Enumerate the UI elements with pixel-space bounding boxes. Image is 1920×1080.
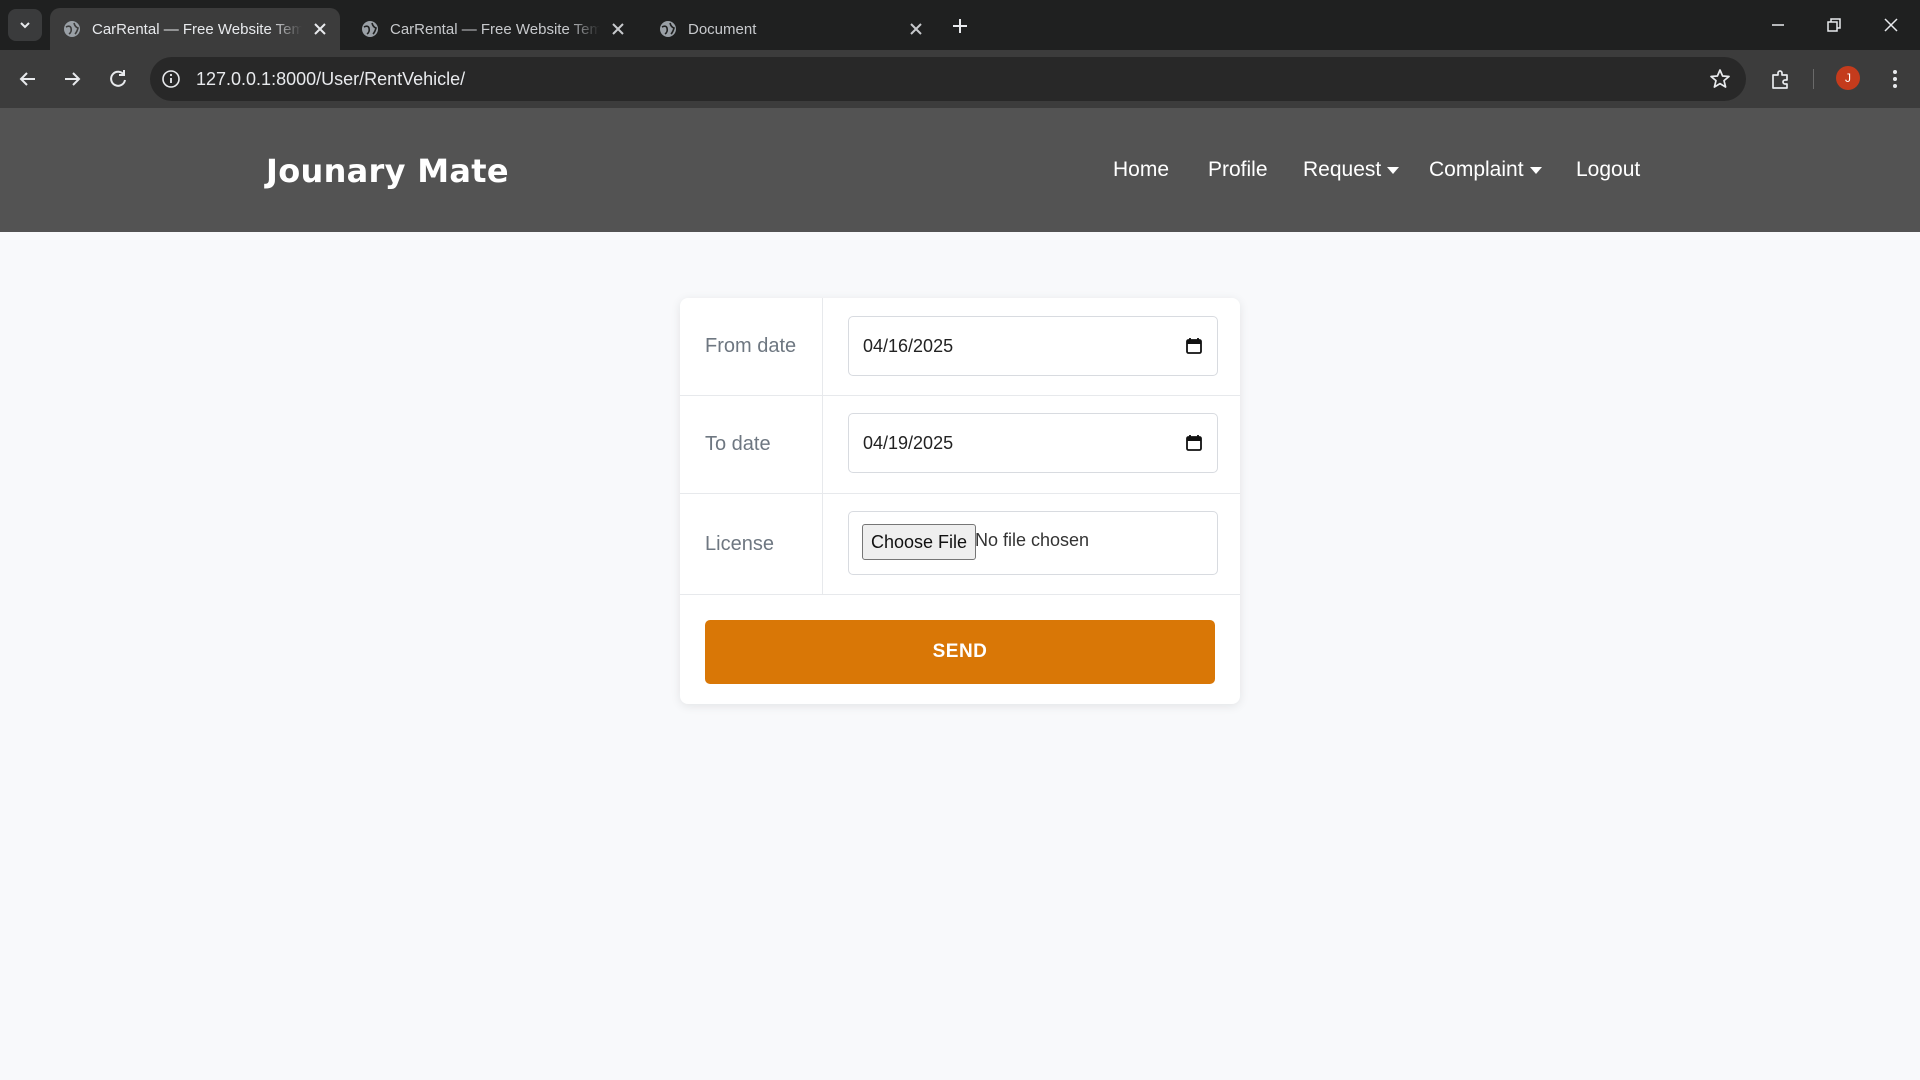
label-cell: From date xyxy=(680,298,823,395)
nav-request-dropdown[interactable]: Request xyxy=(1303,158,1400,182)
back-arrow-icon[interactable] xyxy=(14,65,42,93)
to-date-label: To date xyxy=(705,433,771,455)
file-status-text: No file chosen xyxy=(975,530,1090,550)
chevron-down-icon xyxy=(20,22,30,29)
site-info-icon[interactable] xyxy=(160,68,182,90)
globe-icon xyxy=(362,21,378,37)
license-row: License Choose File No file chosen xyxy=(680,493,1240,595)
site-header: Jounary Mate Home Profile Request Compla… xyxy=(0,108,1920,232)
to-date-value: 04/19/2025 xyxy=(863,433,954,453)
nav-profile-label: Profile xyxy=(1208,158,1268,181)
to-date-input[interactable]: 04/19/2025 xyxy=(848,413,1218,473)
more-menu-icon[interactable] xyxy=(1882,66,1908,92)
tab-title: Document xyxy=(688,20,757,38)
globe-icon xyxy=(64,21,80,37)
tab-title: CarRental — Free Website Temp xyxy=(390,20,600,38)
profile-initial: J xyxy=(1845,71,1851,85)
toolbar-divider xyxy=(1813,69,1814,89)
globe-icon xyxy=(660,21,676,37)
minimize-icon[interactable] xyxy=(1765,12,1791,38)
nav-home[interactable]: Home xyxy=(1113,158,1169,182)
send-button[interactable]: SEND xyxy=(705,620,1215,684)
close-tab-icon[interactable] xyxy=(906,19,926,39)
extensions-puzzle-icon[interactable] xyxy=(1768,66,1794,92)
calendar-icon[interactable] xyxy=(1185,337,1203,355)
profile-avatar[interactable]: J xyxy=(1836,66,1860,90)
rent-vehicle-form: From date 04/16/2025 To date 04/19/2025 … xyxy=(680,298,1240,704)
browser-tab-3[interactable]: Document xyxy=(646,8,936,50)
new-tab-icon[interactable] xyxy=(948,14,972,38)
nav-profile[interactable]: Profile xyxy=(1208,158,1268,182)
address-url[interactable]: 127.0.0.1:8000/User/RentVehicle/ xyxy=(196,69,465,90)
nav-complaint-label: Complaint xyxy=(1429,158,1524,181)
bookmark-star-icon[interactable] xyxy=(1708,67,1732,91)
from-date-row: From date 04/16/2025 xyxy=(680,298,1240,396)
restore-icon[interactable] xyxy=(1820,12,1846,38)
close-tab-icon[interactable] xyxy=(310,19,330,39)
nav-logout[interactable]: Logout xyxy=(1576,158,1640,182)
forward-arrow-icon[interactable] xyxy=(58,65,86,93)
from-date-label: From date xyxy=(705,335,797,357)
label-cell: To date xyxy=(680,395,823,493)
nav-logout-label: Logout xyxy=(1576,158,1641,181)
from-date-value: 04/16/2025 xyxy=(863,336,954,356)
close-tab-icon[interactable] xyxy=(608,19,628,39)
license-label: License xyxy=(705,533,774,555)
browser-tab-1[interactable]: CarRental — Free Website Temp xyxy=(50,8,340,50)
reload-icon[interactable] xyxy=(104,65,132,93)
caret-down-icon xyxy=(1387,166,1400,174)
to-date-row: To date 04/19/2025 xyxy=(680,395,1240,494)
license-file-input[interactable]: Choose File No file chosen xyxy=(848,511,1218,575)
send-button-label: SEND xyxy=(932,641,988,662)
browser-toolbar: 127.0.0.1:8000/User/RentVehicle/ J xyxy=(0,50,1920,108)
nav-complaint-dropdown[interactable]: Complaint xyxy=(1429,158,1542,182)
tab-title: CarRental — Free Website Temp xyxy=(92,20,302,38)
browser-tab-bar: CarRental — Free Website Temp CarRental … xyxy=(0,0,1920,50)
nav-request-label: Request xyxy=(1303,158,1382,181)
label-cell: License xyxy=(680,493,823,594)
site-logo[interactable]: Jounary Mate xyxy=(266,152,509,190)
calendar-icon[interactable] xyxy=(1185,434,1203,452)
browser-tab-2[interactable]: CarRental — Free Website Temp xyxy=(348,8,638,50)
from-date-input[interactable]: 04/16/2025 xyxy=(848,316,1218,376)
caret-down-icon xyxy=(1529,166,1542,174)
close-window-icon[interactable] xyxy=(1878,12,1904,38)
tab-search-button[interactable] xyxy=(8,9,42,41)
address-bar[interactable]: 127.0.0.1:8000/User/RentVehicle/ xyxy=(150,57,1746,101)
choose-file-button[interactable]: Choose File xyxy=(862,524,977,560)
nav-home-label: Home xyxy=(1113,158,1170,181)
